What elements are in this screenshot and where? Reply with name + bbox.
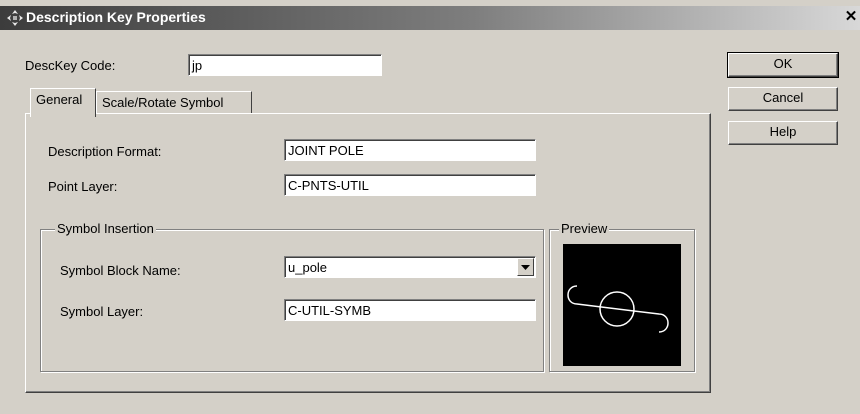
cancel-button[interactable]: Cancel — [728, 87, 838, 111]
desckey-code-label: DescKey Code: — [25, 58, 116, 73]
ok-button[interactable]: OK — [727, 52, 839, 78]
pole-symbol-icon — [567, 285, 669, 333]
preview-group-label: Preview — [559, 221, 610, 236]
point-layer-label: Point Layer: — [48, 179, 118, 194]
title-bar[interactable]: Description Key Properties ✕ — [0, 6, 860, 30]
tab-general[interactable]: General — [30, 88, 96, 117]
close-icon: ✕ — [844, 8, 858, 25]
dialog-window: Description Key Properties ✕ DescKey Cod… — [0, 0, 860, 414]
symbol-block-name-select[interactable]: u_pole — [284, 256, 536, 278]
dropdown-button[interactable] — [517, 258, 534, 276]
symbol-layer-label: Symbol Layer: — [60, 304, 144, 319]
preview-canvas — [563, 244, 681, 366]
help-button[interactable]: Help — [728, 121, 838, 145]
symbol-insertion-group-label: Symbol Insertion — [55, 221, 156, 236]
tab-scale-rotate-symbol[interactable]: Scale/Rotate Symbol — [96, 91, 252, 114]
desckey-code-input[interactable]: jp — [188, 54, 382, 76]
close-button[interactable]: ✕ — [842, 7, 860, 27]
window-title: Description Key Properties — [26, 9, 206, 25]
description-format-label: Description Format: — [48, 144, 162, 159]
symbol-layer-input[interactable]: C-UTIL-SYMB — [284, 299, 536, 321]
description-format-input[interactable]: JOINT POLE — [284, 139, 536, 161]
point-layer-input[interactable]: C-PNTS-UTIL — [284, 174, 536, 196]
app-icon — [7, 10, 23, 26]
symbol-block-name-label: Symbol Block Name: — [60, 263, 181, 278]
chevron-down-icon — [521, 264, 530, 270]
